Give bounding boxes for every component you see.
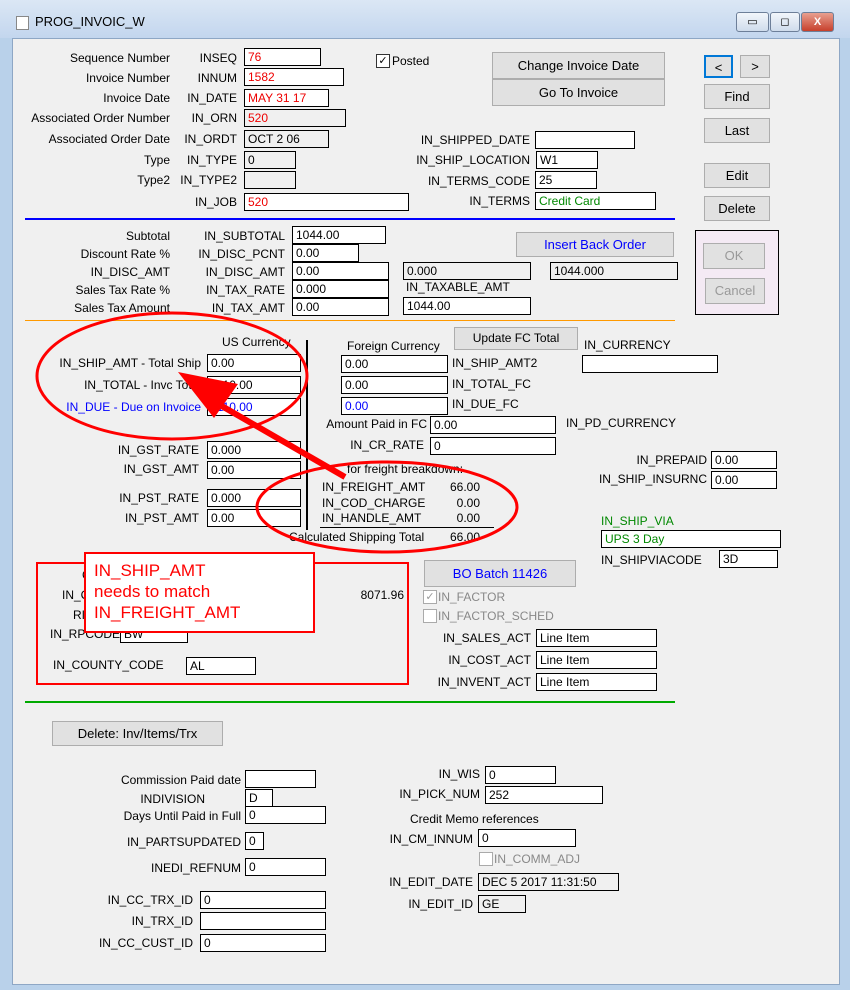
freight-ellipse (255, 460, 519, 554)
window: PROG_INVOIC_W ▭ ◻ X Sequence Number INSE… (0, 0, 850, 990)
annotation-callout: IN_SHIP_AMT needs to match IN_FREIGHT_AM… (84, 552, 315, 633)
annotation-line-3: IN_FREIGHT_AMT (94, 603, 241, 622)
annotation-line-1: IN_SHIP_AMT (94, 561, 206, 580)
annotation-line-2: needs to match (94, 582, 211, 601)
ship-amt-ellipse (35, 311, 309, 441)
annotation-arrow-shaft (218, 402, 347, 480)
annotation-overlay (35, 311, 519, 554)
